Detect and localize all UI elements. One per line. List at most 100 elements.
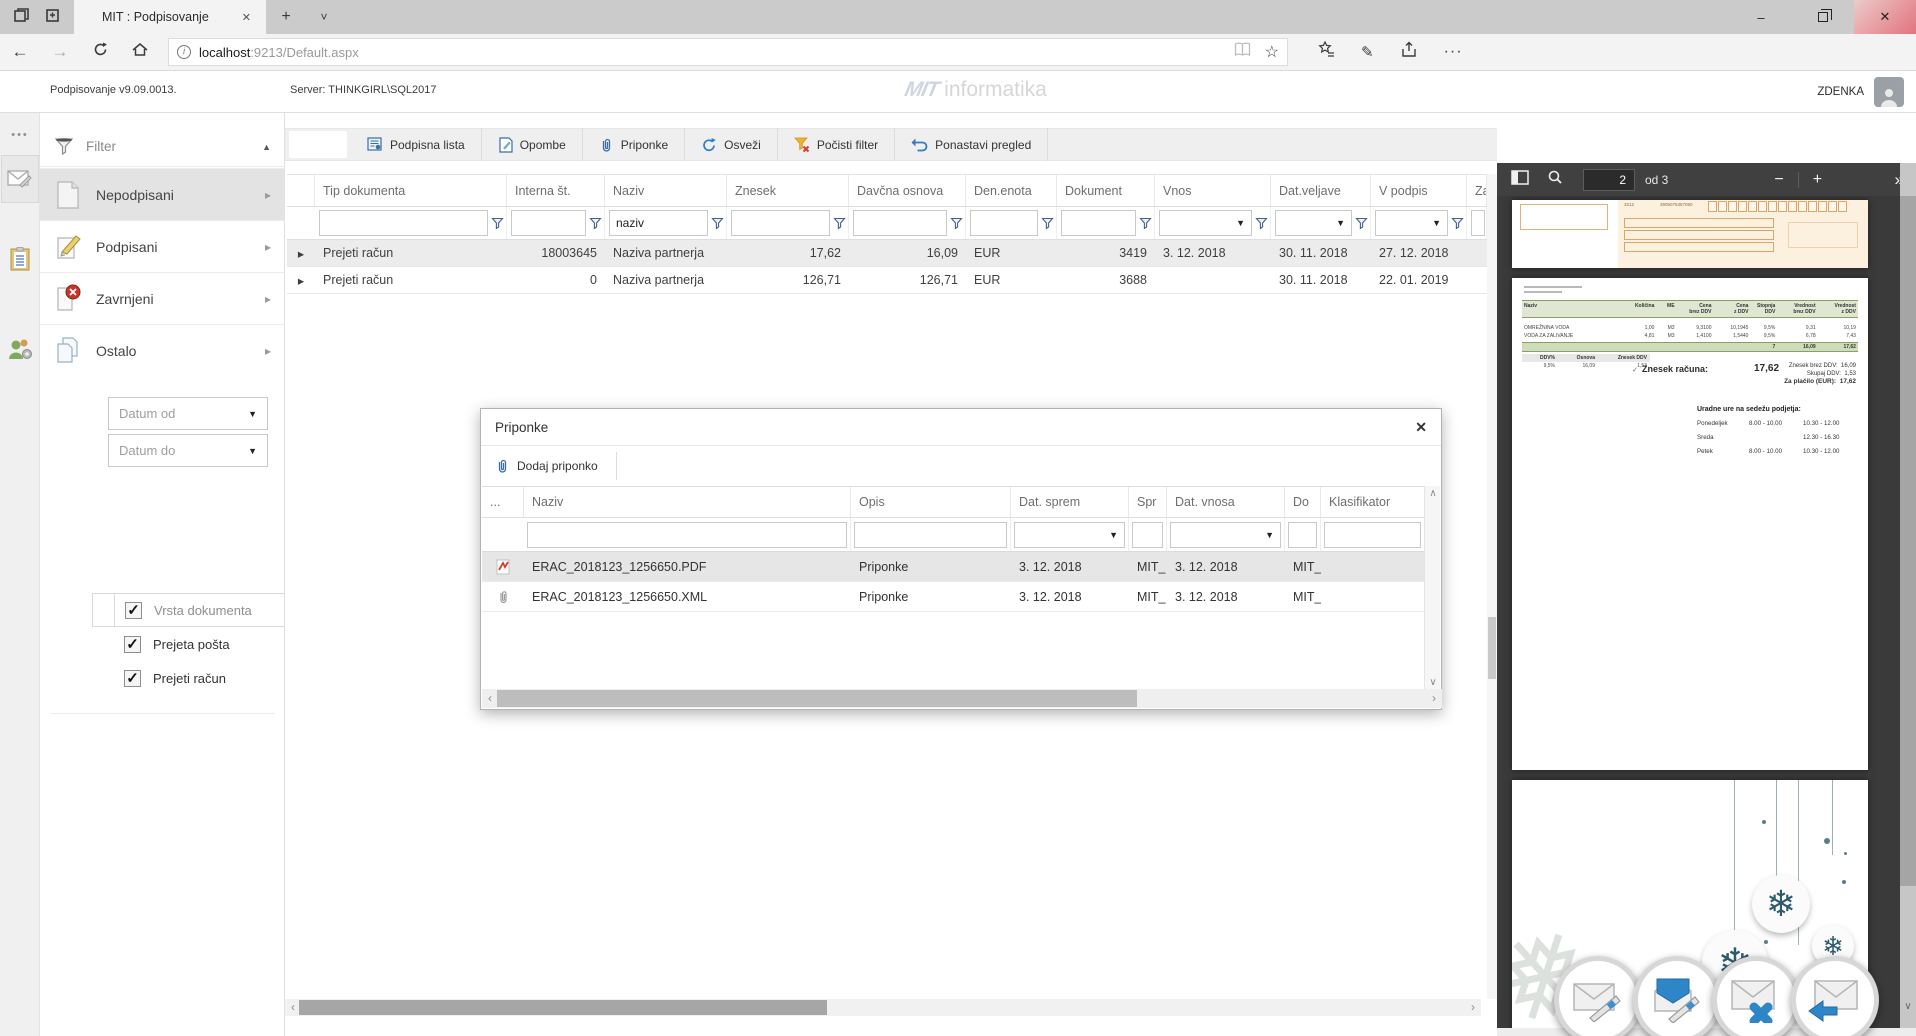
scroll-right-arrow[interactable]: › [1465,999,1481,1016]
scroll-down-arrow[interactable]: ∨ [1900,1001,1916,1012]
filter-funnel-icon[interactable] [1041,217,1054,230]
tab-preview-icon[interactable] [14,7,30,28]
return-document-button[interactable] [1791,956,1879,1036]
col-header[interactable]: Dat. sprem [1011,487,1129,517]
col-header[interactable]: Za [1467,175,1487,206]
rail-signing-button[interactable] [1,155,39,203]
zoom-in-button[interactable]: + [1799,171,1836,189]
pdf-scrollbar[interactable]: ∨ [1900,163,1916,1028]
reject-document-button[interactable] [1712,956,1800,1036]
opombe-button[interactable]: Opombe [482,129,582,160]
filter-input[interactable] [1288,521,1317,548]
col-header[interactable]: Znesek [727,175,849,206]
attachment-row[interactable]: ERAC_2018123_1256650.XML Priponke 3. 12.… [482,582,1425,612]
zoom-out-button[interactable]: − [1760,171,1797,189]
collapse-chevron-icon[interactable]: ▲ [262,142,271,152]
scroll-up-arrow[interactable]: ∧ [1425,488,1441,499]
filter-funnel-icon[interactable] [1139,217,1152,230]
col-header[interactable]: Tip dokumenta [315,175,507,206]
filter-date-input[interactable]: ▼ [1375,210,1448,236]
filter-input[interactable] [1471,210,1485,236]
dialog-close-button[interactable]: ✕ [1415,419,1427,436]
checkbox-row-posta[interactable]: ✓ Prejeta pošta [92,627,288,661]
add-attachment-button[interactable]: Dodaj priponko [481,446,612,486]
filter-input[interactable] [527,521,847,548]
pdf-pane-toggle-icon[interactable] [1511,169,1529,190]
window-restore-button[interactable] [1792,0,1854,34]
col-header[interactable]: Interna št. [507,175,605,206]
home-button[interactable] [120,41,160,63]
sidebar-item-ostalo[interactable]: Ostalo ▸ [40,324,285,376]
back-button[interactable]: ← [0,42,40,62]
scrollbar-thumb[interactable] [299,1000,827,1015]
scroll-down-arrow[interactable]: ∨ [1425,677,1441,688]
filter-date-input[interactable]: ▼ [1275,210,1352,236]
dialog-horizontal-scrollbar[interactable]: ‹ › [482,689,1442,708]
col-header[interactable]: Klasifikator [1321,487,1425,517]
filter-funnel-icon[interactable] [491,217,504,230]
tab-list-chevron[interactable]: ˅ [306,0,342,34]
filter-input[interactable] [853,210,947,236]
col-header[interactable]: Vnos [1155,175,1271,206]
hub-icon[interactable] [1316,40,1335,63]
filter-date-input[interactable]: ▼ [1014,521,1125,548]
table-row[interactable]: ▸ Prejeti račun 18003645 Naziva partnerj… [287,240,1487,267]
main-vertical-scrollbar[interactable] [1487,174,1497,999]
site-info-icon[interactable]: i [177,45,191,59]
filter-input[interactable] [731,210,830,236]
col-header[interactable]: ... [482,487,524,517]
checkbox-checked[interactable]: ✓ [125,601,142,619]
attachment-row[interactable]: ERAC_2018123_1256650.PDF Priponke 3. 12.… [482,552,1425,582]
checkbox-row-racun[interactable]: ✓ Prejeti račun [92,661,288,695]
sign-document-button[interactable] [1554,956,1642,1036]
rail-clipboard-button[interactable] [1,235,39,283]
col-header[interactable]: Do [1285,487,1321,517]
filter-funnel-icon[interactable] [589,217,602,230]
pdf-page-1[interactable]: 3212 3905075357050 _______________ [1512,200,1868,268]
table-row[interactable]: ▸ Prejeti račun 0 Naziva partnerja 126,7… [287,267,1487,294]
filter-input[interactable] [319,210,488,236]
filter-input[interactable] [511,210,586,236]
scrollbar-thumb[interactable] [497,690,1137,707]
podpisna-lista-button[interactable]: Podpisna lista [351,129,481,160]
pdf-search-icon[interactable] [1547,169,1563,190]
reading-view-icon[interactable] [1234,42,1251,62]
date-to-dropdown[interactable]: Datum do ▼ [108,434,268,467]
set-tabs-aside-icon[interactable] [44,7,60,28]
col-header[interactable]: Naziv [605,175,727,206]
rail-menu-dots[interactable]: ••• [0,129,40,141]
user-avatar[interactable] [1874,77,1904,107]
scrollbar-thumb[interactable] [1900,196,1916,886]
dialog-vertical-scrollbar[interactable]: ∧ ∨ [1424,486,1440,690]
scroll-left-arrow[interactable]: ‹ [482,689,498,708]
sidebar-item-nepodpisani[interactable]: Nepodpisani ▸ [40,168,285,220]
new-tab-button[interactable]: + [266,0,306,34]
main-horizontal-scrollbar[interactable]: ‹ › [285,999,1481,1016]
annotate-pen-icon[interactable]: ✎ [1361,43,1374,61]
checkbox-checked[interactable]: ✓ [124,669,141,687]
col-header[interactable]: Spr [1129,487,1167,517]
priponke-button[interactable]: Priponke [583,129,684,160]
col-header[interactable]: Dat.veljave [1271,175,1371,206]
col-header[interactable]: Davčna osnova [849,175,966,206]
col-header[interactable]: Opis [851,487,1011,517]
filter-funnel-icon[interactable] [950,217,963,230]
more-menu-icon[interactable]: ··· [1444,43,1463,61]
checkbox-checked[interactable]: ✓ [124,635,141,653]
pdf-page-2[interactable]: Naziv Količina ME Cena brez DDV Cena z D… [1512,278,1868,770]
forward-button[interactable]: → [40,42,80,62]
scrollbar-thumb[interactable] [1488,617,1496,679]
col-header[interactable]: Den.enota [966,175,1057,206]
filter-input[interactable] [1132,521,1163,548]
sign-open-document-button[interactable] [1633,956,1721,1036]
window-close-button[interactable]: ✕ [1854,0,1916,34]
col-header[interactable]: Dokument [1057,175,1155,206]
checkbox-row-vrsta[interactable]: ✓ Vrsta dokumenta [92,593,288,627]
filter-input-naziv[interactable]: naziv [609,210,708,236]
filter-input[interactable] [1061,210,1136,236]
filter-input[interactable] [970,210,1038,236]
filter-input[interactable] [1324,521,1421,548]
rail-users-button[interactable] [1,325,39,373]
dialog-title-bar[interactable]: Priponke ✕ [481,409,1441,446]
sidebar-item-zavrnjeni[interactable]: Zavrnjeni ▸ [40,272,285,324]
